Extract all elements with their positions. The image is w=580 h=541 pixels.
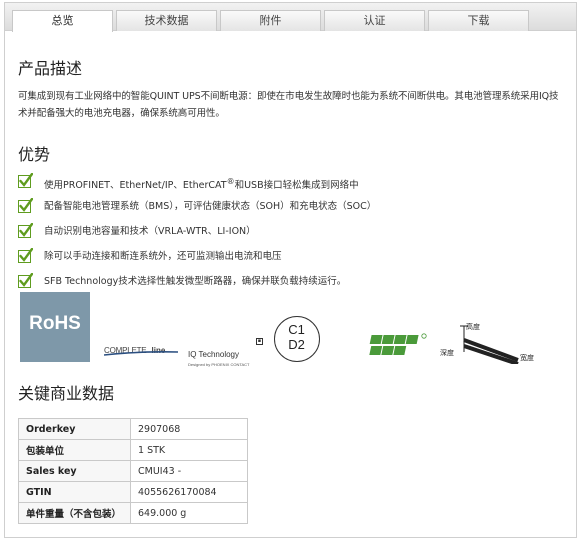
certification-logos: RoHS COMPLETE line IQ Technology ▪ Desig…	[18, 292, 566, 367]
overview-content: 产品描述 可集成到现有工业网络中的智能QUINT UPS不间断电源：即使在市电发…	[18, 33, 566, 524]
value-cell: CMUI43 -	[130, 460, 248, 482]
table-row: Sales key CMUI43 -	[18, 460, 248, 482]
key-data-table: Orderkey 2907068 包装单位 1 STK Sales key CM…	[18, 418, 248, 524]
checkmark-icon	[18, 273, 33, 288]
iq-technology-subtext: Designed by PHOENIX CONTACT	[188, 362, 250, 367]
description-heading: 产品描述	[18, 59, 83, 78]
benefit-item: 除可以手动连接和断连系统外，还可监测输出电流和电压	[18, 248, 566, 273]
checkmark-icon	[18, 223, 33, 238]
table-row: 包装单位 1 STK	[18, 439, 248, 461]
profinet-logo-icon	[369, 333, 427, 355]
benefits-list: 使用PROFINET、EtherNet/IP、EtherCAT®和USB接口轻松…	[18, 173, 566, 298]
benefit-item: 配备智能电池管理系统（BMS），可评估健康状态（SOH）和充电状态（SOC）	[18, 198, 566, 223]
tab-accessories[interactable]: 附件	[220, 10, 321, 31]
c1-d2-badge: C1 D2	[274, 316, 320, 362]
checkmark-icon	[18, 248, 33, 263]
key-cell: GTIN	[18, 481, 131, 503]
table-row: Orderkey 2907068	[18, 418, 248, 440]
value-cell: 1 STK	[130, 439, 248, 461]
table-row: 单件重量（不含包装） 649.000 g	[18, 502, 248, 524]
iq-technology-logo: IQ Technology ▪ Designed by PHOENIX CONT…	[188, 338, 270, 367]
benefit-text-suffix: 和USB接口轻松集成到网络中	[234, 180, 359, 192]
benefit-text: SFB Technology技术选择性触发微型断路器，确保并联负载持续运行。	[44, 276, 347, 287]
c1-text: C1	[288, 322, 305, 337]
key-cell: Sales key	[18, 460, 131, 482]
checkmark-icon	[18, 173, 33, 188]
value-cell: 2907068	[130, 418, 248, 440]
dimension-depth-label: 深度	[440, 349, 454, 357]
key-cell: 单件重量（不含包装）	[18, 502, 131, 524]
tab-downloads[interactable]: 下载	[428, 10, 529, 31]
registered-mark: ®	[226, 177, 235, 186]
key-cell: 包装单位	[18, 439, 131, 461]
iq-technology-text: IQ Technology	[188, 350, 239, 359]
tab-technical-data[interactable]: 技术数据	[116, 10, 217, 31]
dimension-height-label: 高度	[466, 323, 480, 331]
description-text: 可集成到现有工业网络中的智能QUINT UPS不间断电源：即使在市电发生故障时也…	[18, 91, 559, 119]
rohs-logo: RoHS	[20, 292, 90, 362]
product-panel: 总览 技术数据 附件 认证 下载 产品描述 可集成到现有工业网络中的智能QUIN…	[4, 2, 577, 538]
benefit-text: 配备智能电池管理系统（BMS），可评估健康状态（SOH）和充电状态（SOC）	[44, 201, 377, 212]
key-data-heading: 关键商业数据	[18, 384, 115, 403]
dimension-width-label: 宽度	[520, 354, 534, 362]
tab-bar: 总览 技术数据 附件 认证 下载	[5, 3, 576, 32]
value-cell: 4055626170084	[130, 481, 248, 503]
value-cell: 649.000 g	[130, 502, 248, 524]
benefit-text: 使用PROFINET、EtherNet/IP、EtherCAT	[44, 180, 227, 192]
d2-text: D2	[288, 337, 305, 352]
rohs-logo-text: RoHS	[29, 313, 81, 334]
tab-approvals[interactable]: 认证	[324, 10, 425, 31]
benefit-text: 除可以手动连接和断连系统外，还可监测输出电流和电压	[44, 251, 282, 262]
iq-badge-icon: ▪	[256, 338, 263, 345]
dimensions-diagram: 高度 深度 宽度	[438, 322, 550, 364]
complete-line-swoosh-icon	[104, 351, 178, 356]
table-row: GTIN 4055626170084	[18, 481, 248, 503]
complete-line-logo: COMPLETE line	[104, 338, 178, 358]
tab-overview[interactable]: 总览	[12, 10, 113, 32]
benefit-item: 自动识别电池容量和技术（VRLA-WTR、LI-ION）	[18, 223, 566, 248]
benefit-item: 使用PROFINET、EtherNet/IP、EtherCAT®和USB接口轻松…	[18, 173, 566, 198]
key-cell: Orderkey	[18, 418, 131, 440]
benefit-text: 自动识别电池容量和技术（VRLA-WTR、LI-ION）	[44, 226, 256, 237]
checkmark-icon	[18, 198, 33, 213]
benefits-heading: 优势	[18, 145, 51, 164]
